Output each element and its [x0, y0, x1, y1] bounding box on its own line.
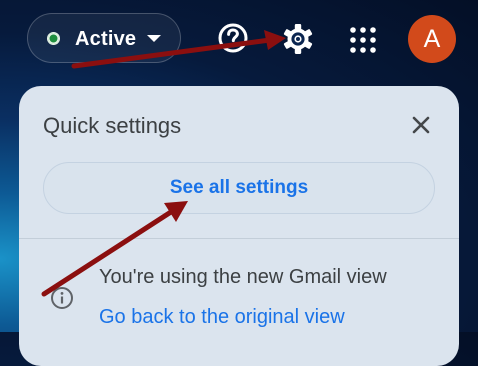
status-label: Active	[75, 28, 137, 50]
info-icon	[51, 287, 73, 309]
quick-settings-title: Quick settings	[43, 113, 182, 138]
status-chip[interactable]: Active	[27, 13, 181, 63]
status-dot	[47, 32, 60, 45]
help-icon[interactable]	[216, 21, 250, 55]
gear-icon[interactable]	[280, 21, 316, 57]
quick-settings-panel: Quick settings See all settings You're u…	[19, 86, 459, 366]
close-icon[interactable]	[407, 111, 435, 139]
apps-icon[interactable]	[349, 26, 377, 54]
see-all-settings-button[interactable]: See all settings	[43, 162, 435, 214]
avatar[interactable]: A	[408, 15, 456, 63]
divider	[19, 238, 459, 239]
view-note: You're using the new Gmail view	[99, 266, 387, 288]
original-view-link[interactable]: Go back to the original view	[99, 305, 345, 329]
chevron-down-icon	[147, 35, 161, 42]
